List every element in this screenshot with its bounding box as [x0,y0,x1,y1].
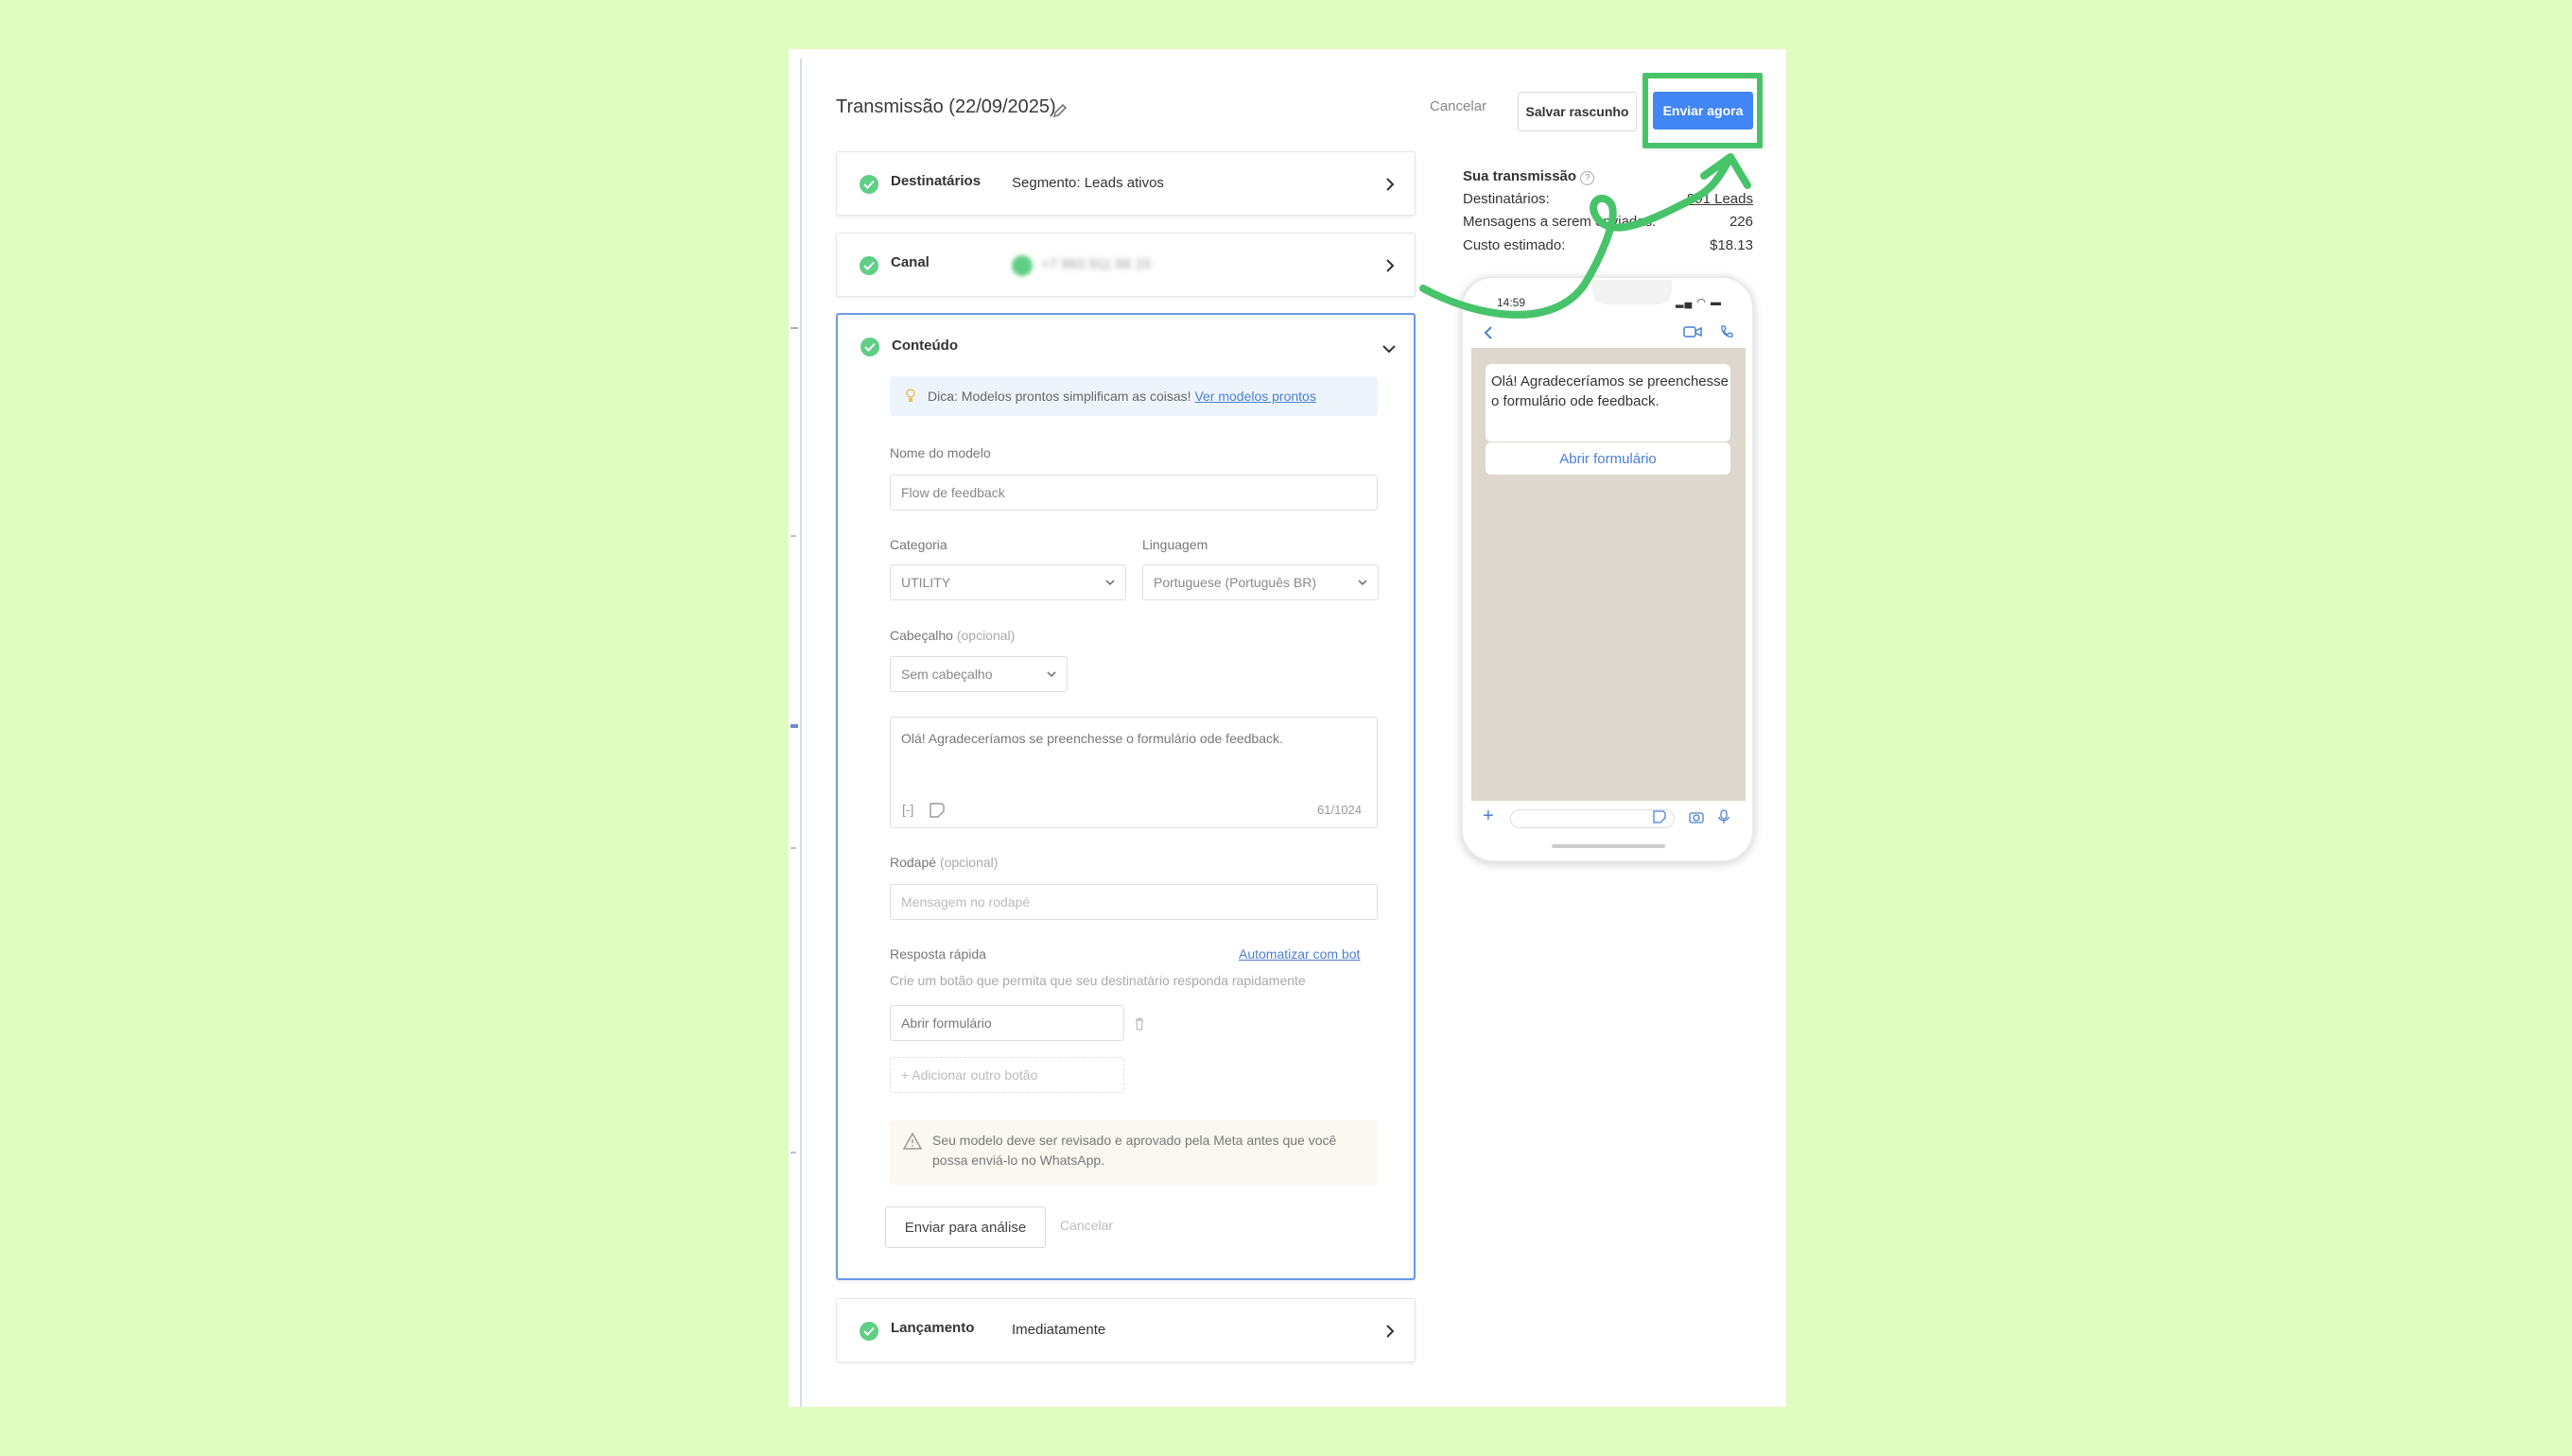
content-cancel-button[interactable]: Cancelar [1060,1218,1113,1233]
tip-message: Dica: Modelos prontos simplificam as coi… [928,389,1191,404]
channel-step-card[interactable]: Canal +7 993 911 66 15 [836,233,1416,297]
camera-icon[interactable] [1689,810,1704,823]
warning-icon [902,1132,923,1150]
quick-reply-hint: Crie um botão que permita que seu destin… [890,973,1306,988]
footer-input[interactable]: Mensagem no rodapé [890,884,1378,920]
home-indicator [1552,844,1665,848]
preview-quick-reply-button[interactable]: Abrir formulário [1486,442,1730,475]
whatsapp-icon [1012,255,1033,276]
edit-pencil-icon[interactable] [1051,102,1069,119]
tip-banner: Dica: Modelos prontos simplificam as coi… [890,376,1378,416]
edge-fragment [791,1152,796,1153]
chevron-right-icon [1386,259,1395,272]
trash-icon[interactable] [1134,1017,1145,1031]
content-step-label: Conteúdo [892,338,958,354]
sticker-icon[interactable] [1653,810,1666,823]
header-label: Cabeçalho (opcional) [890,628,1015,643]
edge-fragment [791,327,798,329]
chevron-right-icon [1386,178,1395,191]
lightbulb-icon [906,389,915,402]
save-draft-button[interactable]: Salvar rascunho [1518,92,1637,131]
header-label-text: Cabeçalho [890,628,953,643]
page-title: Transmissão (22/09/2025) [836,96,1056,117]
tip-text: Dica: Modelos prontos simplificam as coi… [928,389,1316,404]
chevron-down-icon [1358,580,1367,586]
highlight-box [1642,73,1763,148]
warning-banner: Seu modelo deve ser revisado e aprovado … [890,1120,1378,1185]
chevron-down-icon [1105,580,1115,586]
recipients-step-label: Destinatários [891,173,982,189]
preview-message-bubble: Olá! Agradeceríamos se preenchesse o for… [1486,364,1730,442]
launch-step-card[interactable]: Lançamento Imediatamente [836,1298,1416,1362]
channel-step-label: Canal [891,254,930,270]
attach-plus-icon[interactable]: + [1483,806,1494,827]
sticker-icon[interactable] [929,802,946,819]
category-value: UTILITY [901,575,951,590]
category-select[interactable]: UTILITY [890,564,1126,600]
channel-phone-number: +7 993 911 66 15 [1041,256,1152,272]
language-select[interactable]: Portuguese (Português BR) [1142,564,1379,600]
page-left-edge [800,59,802,1407]
optional-tag: (opcional) [956,628,1016,643]
edge-fragment [791,724,798,728]
microphone-icon[interactable] [1718,809,1729,824]
footer-label-text: Rodapé [890,855,937,870]
edge-fragment [791,535,796,537]
view-templates-link[interactable]: Ver modelos prontos [1194,389,1315,404]
variable-icon[interactable]: [-] [902,802,913,817]
launch-step-label: Lançamento [891,1320,975,1336]
category-label: Categoria [890,537,947,552]
submit-for-review-button[interactable]: Enviar para análise [885,1206,1046,1248]
quick-reply-label: Resposta rápida [890,946,986,962]
cancel-button[interactable]: Cancelar [1430,98,1486,114]
check-icon [860,338,879,356]
message-textarea[interactable]: Olá! Agradeceríamos se preenchesse o for… [890,717,1378,828]
edge-fragment [791,847,796,849]
footer-label: Rodapé (opcional) [890,855,998,870]
recipients-step-card[interactable]: Destinatários Segmento: Leads ativos [836,151,1416,216]
chevron-down-icon [1047,671,1056,678]
optional-tag: (opcional) [939,855,999,870]
automate-with-bot-link[interactable]: Automatizar com bot [1239,946,1360,962]
template-name-input[interactable]: Flow de feedback [890,475,1378,511]
annotation-arrow-icon [1419,153,1751,319]
header-select[interactable]: Sem cabeçalho [890,656,1068,692]
language-value: Portuguese (Português BR) [1154,575,1316,590]
char-count: 61/1024 [1317,803,1362,817]
recipients-step-value: Segmento: Leads ativos [1012,175,1164,191]
check-icon [860,256,878,275]
quick-reply-button-input[interactable]: Abrir formulário [890,1005,1124,1041]
chevron-down-icon[interactable] [1382,341,1397,356]
launch-step-value: Imediatamente [1012,1322,1106,1338]
chevron-right-icon [1386,1325,1395,1338]
template-name-label: Nome do modelo [890,445,991,460]
check-icon [860,175,878,194]
check-icon [860,1322,878,1341]
language-label: Linguagem [1142,537,1208,552]
header-value: Sem cabeçalho [901,667,993,682]
add-button-button[interactable]: + Adicionar outro botão [890,1057,1124,1093]
preview-text-input[interactable] [1510,809,1675,828]
warning-text: Seu modelo deve ser revisado e aprovado … [932,1133,1337,1168]
